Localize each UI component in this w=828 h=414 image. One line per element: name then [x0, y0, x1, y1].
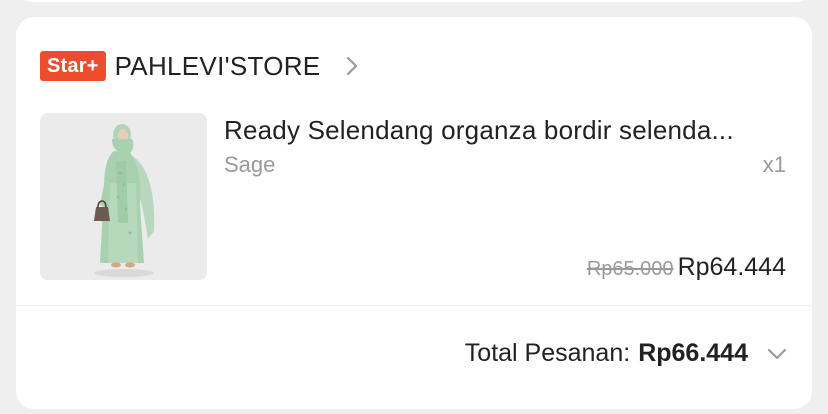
order-total-row[interactable]: Total Pesanan: Rp66.444: [465, 339, 788, 368]
order-card: Star+ PAHLEVI'STORE Ready Selendang orga…: [16, 17, 812, 409]
star-plus-badge: Star+: [40, 51, 106, 81]
chevron-right-icon[interactable]: [344, 55, 360, 77]
chevron-down-icon[interactable]: [766, 347, 788, 361]
previous-card-edge: [16, 0, 812, 2]
product-quantity: x1: [762, 152, 786, 177]
shop-name[interactable]: PAHLEVI'STORE: [115, 51, 321, 82]
shop-header[interactable]: Star+ PAHLEVI'STORE: [40, 50, 360, 82]
product-variant: Sage: [224, 152, 276, 177]
product-image[interactable]: [40, 113, 207, 280]
product-title[interactable]: Ready Selendang organza bordir selenda..…: [224, 115, 784, 146]
divider: [16, 305, 812, 306]
total-label: Total Pesanan:: [464, 339, 631, 367]
original-price: Rp65.000: [586, 258, 674, 280]
discounted-price: Rp64.444: [677, 253, 786, 281]
product-photo-illustration: [40, 113, 207, 280]
total-value: Rp66.444: [638, 339, 748, 367]
price-group: Rp65.000 Rp64.444: [587, 253, 786, 282]
